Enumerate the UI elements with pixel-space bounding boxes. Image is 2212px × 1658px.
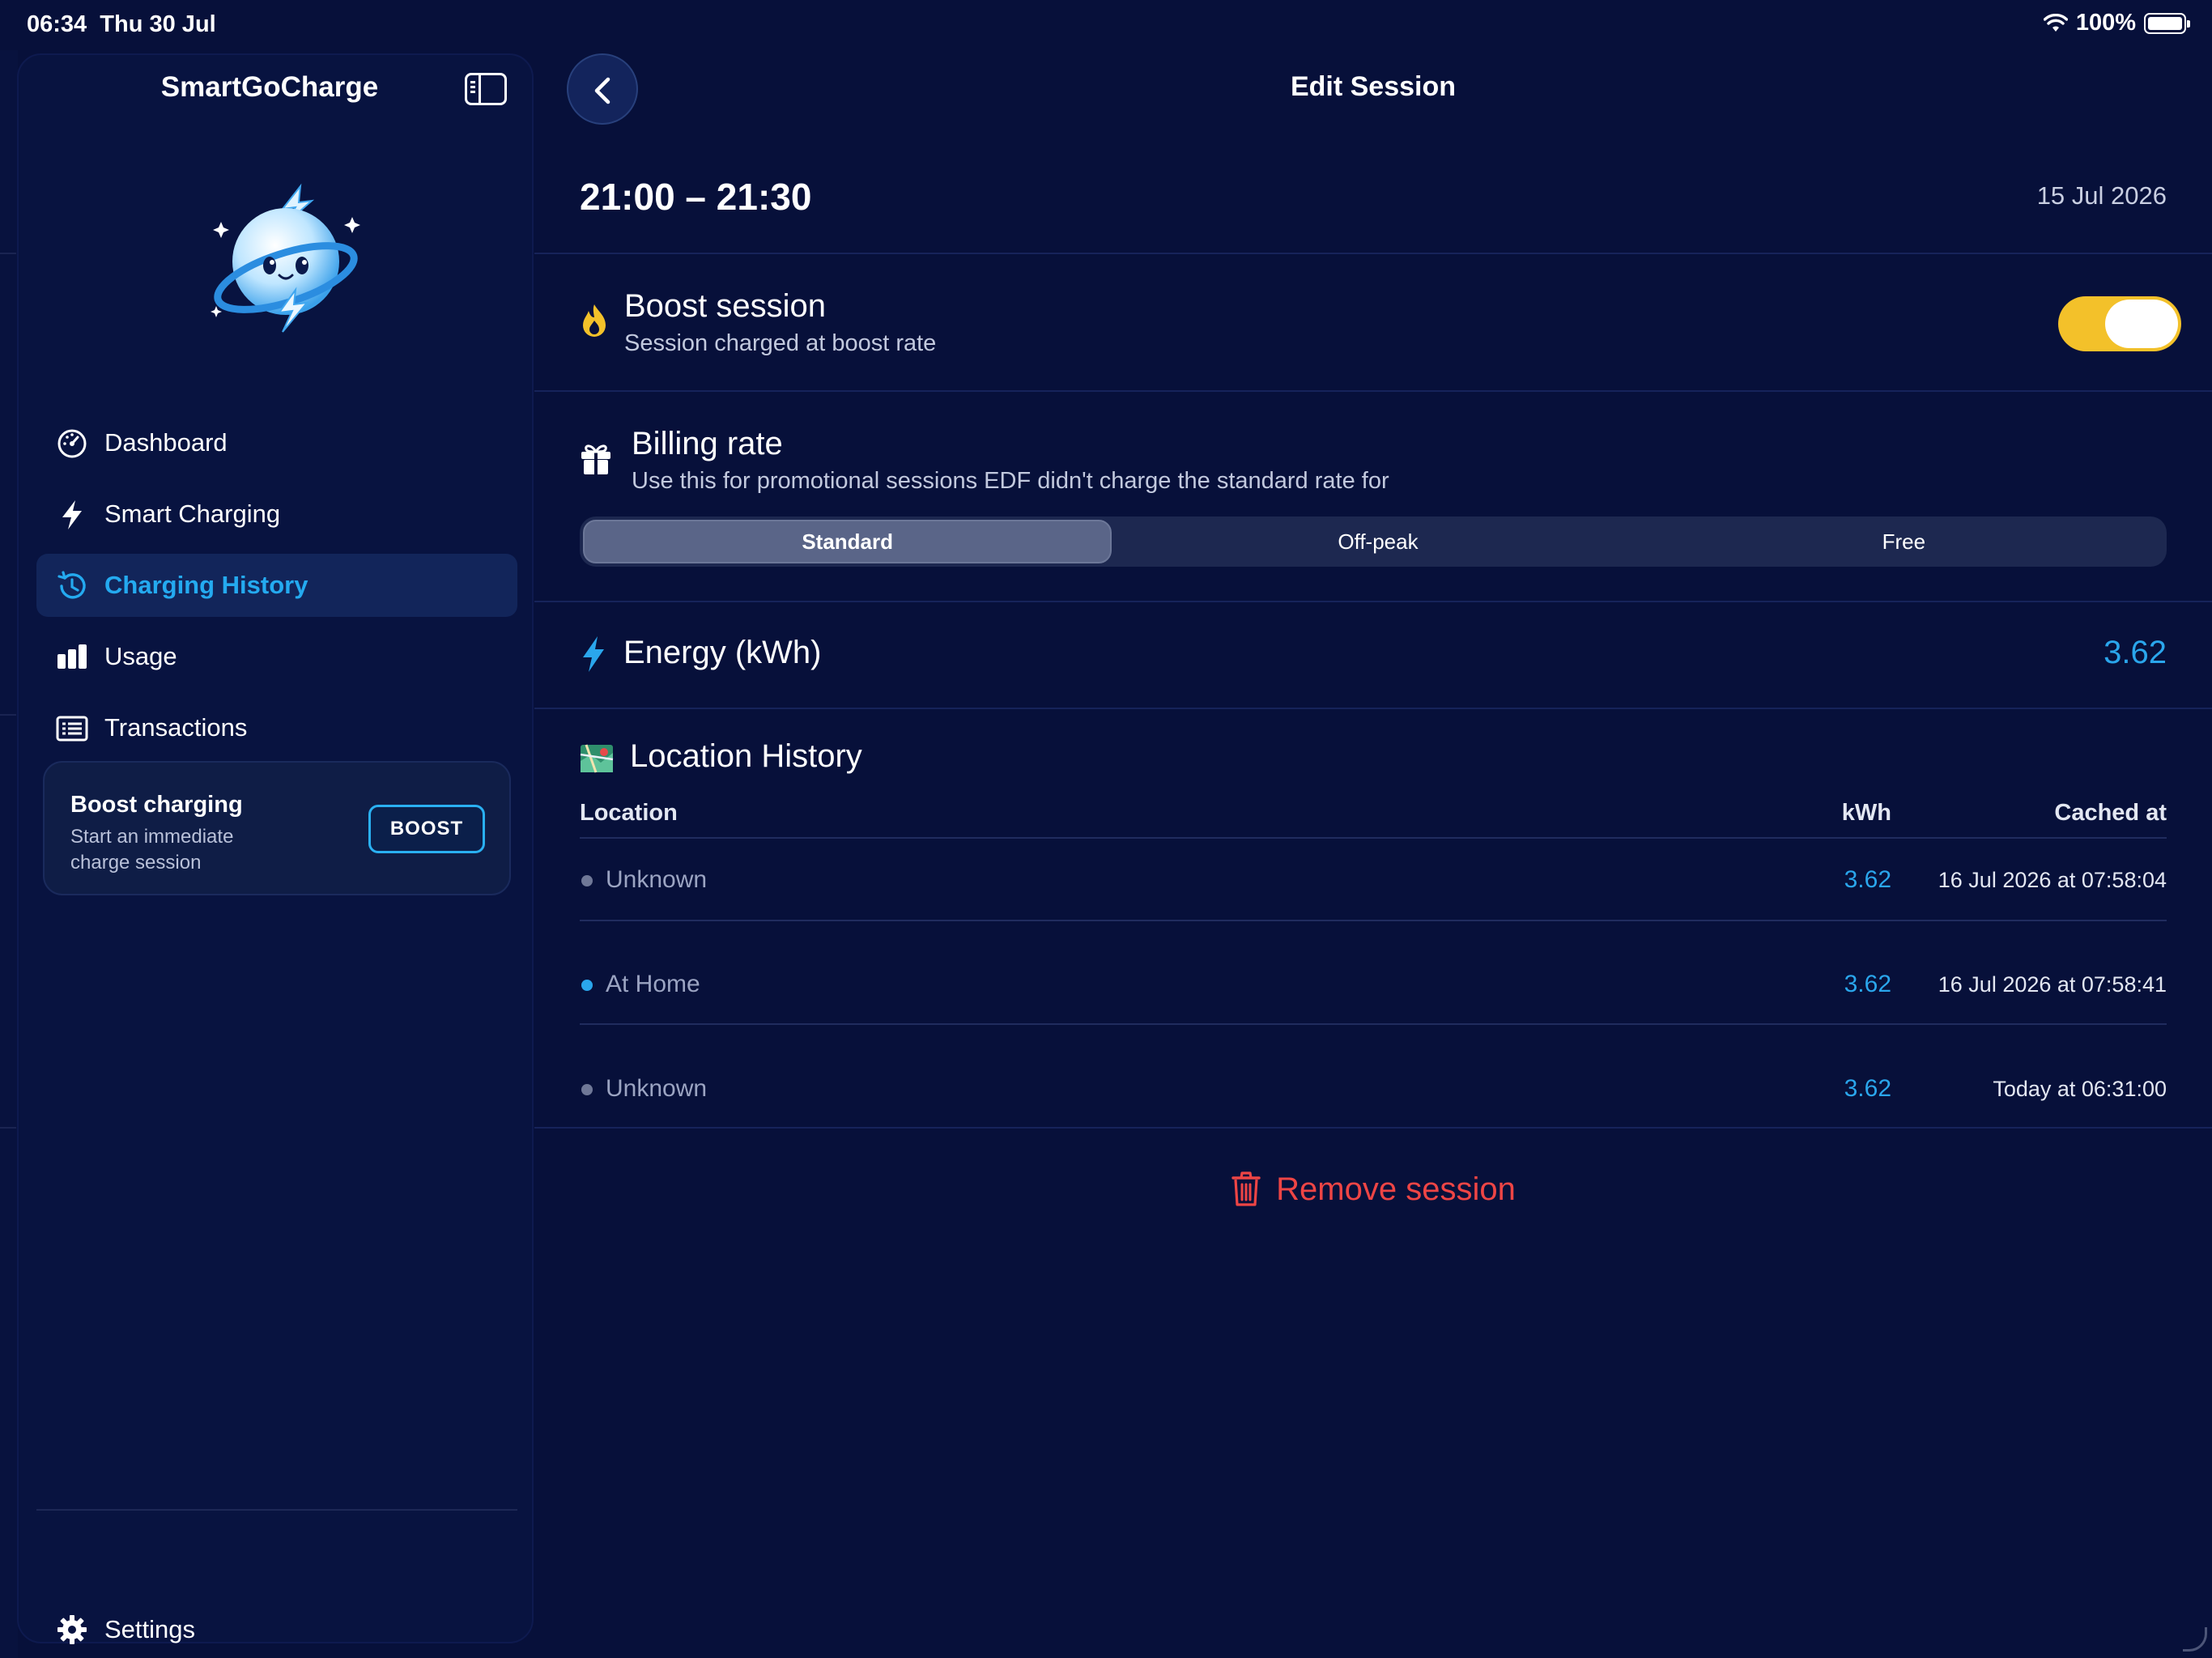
gift-icon (581, 444, 610, 474)
section-divider (534, 708, 2212, 709)
mascot-logo (211, 183, 360, 333)
boost-session-title: Boost session (624, 288, 827, 324)
toggle-knob (2105, 300, 2178, 348)
section-divider (534, 601, 2212, 602)
main-content: Edit Session 21:00 – 21:30 15 Jul 2026 B… (534, 50, 2212, 1658)
map-icon (580, 744, 614, 773)
remove-session-label: Remove session (1276, 1171, 1516, 1207)
sidebar-item-label: Transactions (104, 713, 248, 742)
table-row: At Home 3.62 16 Jul 2026 at 07:58:41 (580, 950, 2167, 1039)
sidebar-toggle-icon[interactable] (465, 73, 507, 105)
status-dot (581, 980, 593, 991)
row-divider (580, 1023, 2167, 1025)
remove-session-button[interactable]: Remove session (534, 1161, 2212, 1218)
battery-percent: 100% (2075, 10, 2136, 36)
billing-rate-segmented-control: Standard Off-peak Free (580, 517, 2167, 567)
sidebar-item-label: Settings (104, 1615, 196, 1643)
flame-icon (583, 304, 606, 337)
sidebar-item-settings[interactable]: Settings (36, 1598, 517, 1658)
row-divider (580, 920, 2167, 921)
back-button[interactable] (567, 53, 638, 125)
energy-lightning-icon (583, 636, 604, 672)
app-title: SmartGoCharge (160, 71, 379, 103)
section-divider (534, 1127, 2212, 1129)
boost-card-title: Boost charging (70, 792, 243, 818)
segment-standard[interactable]: Standard (583, 520, 1112, 563)
billing-rate-title: Billing rate (632, 426, 783, 461)
boost-card-subtitle: Start an immediate charge session (70, 826, 234, 874)
sidebar-item-label: Smart Charging (104, 500, 281, 528)
sidebar-item-charging-history[interactable]: Charging History (36, 554, 517, 617)
gear-icon (57, 1615, 87, 1644)
sidebar-item-label: Usage (104, 642, 177, 670)
sidebar-divider (36, 1509, 517, 1511)
session-time-range: 21:00 – 21:30 (580, 176, 812, 218)
lightning-icon (62, 500, 82, 529)
sidebar-item-transactions[interactable]: Transactions (36, 696, 517, 759)
location-cached-at: 16 Jul 2026 at 07:58:04 (1938, 868, 2167, 892)
sidebar-item-smart-charging[interactable]: Smart Charging (36, 483, 517, 546)
segment-off-peak[interactable]: Off-peak (1115, 517, 1640, 567)
section-divider (534, 390, 2212, 392)
location-name: At Home (606, 971, 700, 997)
boost-charging-card: Boost charging Start an immediate charge… (43, 761, 511, 895)
column-header-location: Location (580, 800, 678, 826)
boost-session-toggle[interactable] (2058, 296, 2181, 351)
energy-label: Energy (kWh) (623, 635, 822, 670)
status-time: 06:34 Thu 30 Jul (27, 11, 216, 37)
status-bar: 06:34 Thu 30 Jul 100% (0, 0, 2212, 50)
background-edge (0, 50, 18, 1658)
segment-free[interactable]: Free (1641, 517, 2167, 567)
dashboard-gauge-icon (57, 429, 87, 458)
location-kwh: 3.62 (1844, 866, 1891, 893)
battery-icon (2144, 12, 2190, 34)
sidebar-item-label: Dashboard (104, 428, 228, 457)
energy-value[interactable]: 3.62 (2104, 635, 2167, 671)
boost-button[interactable]: BOOST (368, 805, 485, 853)
location-kwh: 3.62 (1844, 1075, 1891, 1102)
column-header-kwh: kWh (1841, 800, 1891, 826)
page-title: Edit Session (1290, 71, 1457, 102)
status-dot (581, 1084, 593, 1095)
history-clock-icon (57, 571, 86, 599)
sidebar-item-usage[interactable]: Usage (36, 625, 517, 688)
sidebar: SmartGoCharge Dashboard Smart Charging C… (17, 53, 534, 1644)
bar-chart-icon (57, 644, 87, 669)
sidebar-item-label: Charging History (104, 571, 308, 599)
table-row: Unknown 3.62 Today at 06:31:00 (580, 1054, 2167, 1143)
status-right: 100% (2043, 10, 2190, 36)
wifi-icon (2043, 13, 2068, 32)
billing-rate-subtitle: Use this for promotional sessions EDF di… (632, 468, 1389, 494)
session-date: 15 Jul 2026 (2036, 181, 2167, 210)
location-name: Unknown (606, 1075, 708, 1102)
boost-session-subtitle: Session charged at boost rate (624, 330, 937, 356)
sidebar-item-dashboard[interactable]: Dashboard (36, 411, 517, 474)
location-cached-at: 16 Jul 2026 at 07:58:41 (1938, 972, 2167, 997)
table-header-divider (580, 837, 2167, 839)
chevron-left-icon (594, 77, 610, 104)
status-dot (581, 875, 593, 886)
sidebar-nav: Dashboard Smart Charging Charging Histor… (36, 411, 517, 767)
trash-icon (1231, 1171, 1261, 1206)
location-cached-at: Today at 06:31:00 (1993, 1077, 2167, 1101)
location-name: Unknown (606, 866, 708, 893)
location-history-title: Location History (630, 738, 862, 774)
section-divider (534, 253, 2212, 254)
location-kwh: 3.62 (1844, 971, 1891, 997)
column-header-cached-at: Cached at (2054, 800, 2167, 826)
list-icon (56, 716, 88, 742)
